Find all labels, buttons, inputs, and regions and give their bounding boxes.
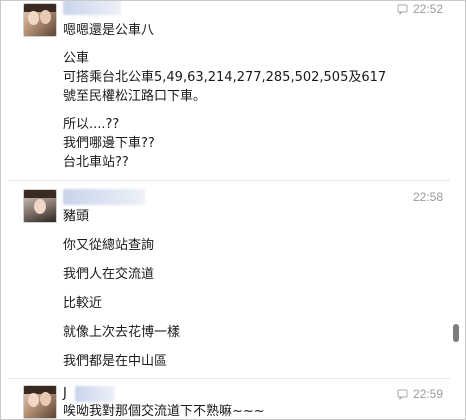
scrollbar-thumb[interactable]	[453, 324, 459, 342]
message-line: 唉呦我對那個交流道下不熟嘛~~~	[63, 404, 265, 419]
reply-icon[interactable]	[397, 3, 409, 15]
message-line: 我們哪邊下車??	[63, 136, 155, 151]
message-line: 可搭乘台北公車5,49,63,214,277,285,502,505及617	[63, 70, 387, 85]
timestamp: 22:52	[412, 2, 443, 16]
timestamp-group: 22:52	[397, 2, 443, 16]
message-divider	[9, 378, 449, 379]
sender-name-initial: J	[63, 386, 67, 401]
avatar[interactable]	[23, 385, 57, 419]
message-line: 就像上次去花博一樣	[63, 325, 181, 340]
avatar[interactable]	[23, 189, 57, 223]
message-line: 我們人在交流道	[63, 267, 155, 282]
avatar[interactable]	[23, 3, 57, 37]
message-line: 所以....??	[63, 117, 120, 132]
reply-icon[interactable]	[397, 388, 409, 400]
chat-window: 22:52 嗯嗯還是公車八 公車 可搭乘台北公車5,49,63,214,277,…	[0, 0, 466, 420]
sender-name-redacted	[75, 386, 115, 402]
message-line: 號至民權松江路口下車。	[63, 89, 207, 104]
sender-name-redacted	[63, 1, 121, 15]
message-line: 我們都是在中山區	[63, 354, 168, 369]
sender-name-redacted	[63, 189, 145, 205]
message-line: 嗯嗯還是公車八	[63, 23, 155, 38]
timestamp-group: 22:58	[413, 190, 443, 204]
message-line: 你又從總站查詢	[63, 238, 155, 253]
message-line: 台北車站??	[63, 155, 129, 170]
message-line: 公車	[63, 51, 90, 66]
timestamp: 22:59	[412, 387, 443, 401]
message-divider	[9, 180, 449, 181]
timestamp-group: 22:59	[397, 387, 443, 401]
message-line: 比較近	[63, 296, 103, 311]
vertical-scrollbar[interactable]	[451, 1, 461, 419]
timestamp: 22:58	[412, 190, 443, 204]
message-line: 豬頭	[63, 209, 90, 224]
